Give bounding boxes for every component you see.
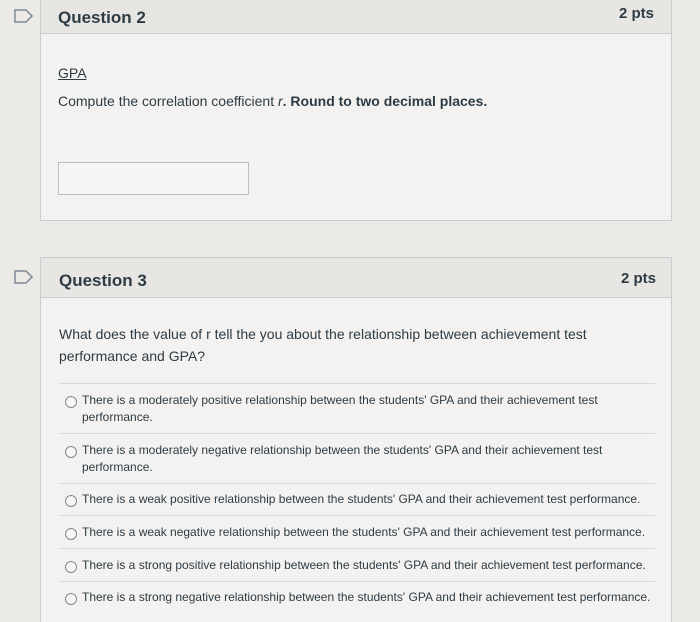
option-label: There is a moderately negative relations… [82,442,602,476]
divider [59,383,655,384]
question-title: Question 2 [58,8,146,27]
flag-question-icon[interactable] [14,270,34,284]
question-2-card: Question 2 2 pts GPA Compute the correla… [40,0,672,221]
option-label: There is a strong positive relationship … [82,557,646,574]
divider [59,581,655,582]
option-line: There is a weak positive relationship be… [82,492,641,506]
option-label: There is a strong negative relationship … [82,589,650,606]
option-line: performance. [82,410,153,424]
radio-button[interactable] [65,495,77,507]
gpa-link[interactable]: GPA [58,65,87,81]
question-points: 2 pts [621,270,657,287]
option-line: performance. [82,460,153,474]
divider [59,483,655,484]
question-prompt: What does the value of r tell the you ab… [59,323,587,367]
radio-button[interactable] [65,446,77,458]
prompt-line: performance and GPA? [59,348,206,364]
radio-button[interactable] [65,561,77,573]
question-prompt: Compute the correlation coefficient r. R… [58,90,487,112]
option-line: There is a weak negative relationship be… [82,525,646,539]
option-line: There is a strong positive relationship … [82,558,646,572]
option-label: There is a weak negative relationship be… [82,524,645,541]
radio-button[interactable] [65,396,77,408]
option-line: There is a strong negative relationship … [82,590,651,604]
question-3-header: Question 3 2 pts [41,258,671,298]
divider [59,433,655,434]
question-title: Question 3 [59,271,147,290]
question-3-card: Question 3 2 pts What does the value of … [40,257,672,622]
question-points: 2 pts [619,5,655,22]
option-label: There is a moderately positive relations… [82,392,598,426]
prompt-line: What does the value of r tell the you ab… [59,326,587,342]
radio-button[interactable] [65,593,77,605]
option-line: There is a moderately positive relations… [82,393,598,407]
divider [59,548,655,549]
divider [59,515,655,516]
prompt-text: Compute the correlation coefficient [58,93,278,109]
answer-input[interactable] [58,162,249,195]
option-label: There is a weak positive relationship be… [82,491,640,508]
option-line: There is a moderately negative relations… [82,443,603,457]
question-2-header: Question 2 2 pts [41,0,671,34]
prompt-instruction: . Round to two decimal places. [282,93,488,109]
flag-question-icon[interactable] [14,9,34,23]
radio-button[interactable] [65,528,77,540]
